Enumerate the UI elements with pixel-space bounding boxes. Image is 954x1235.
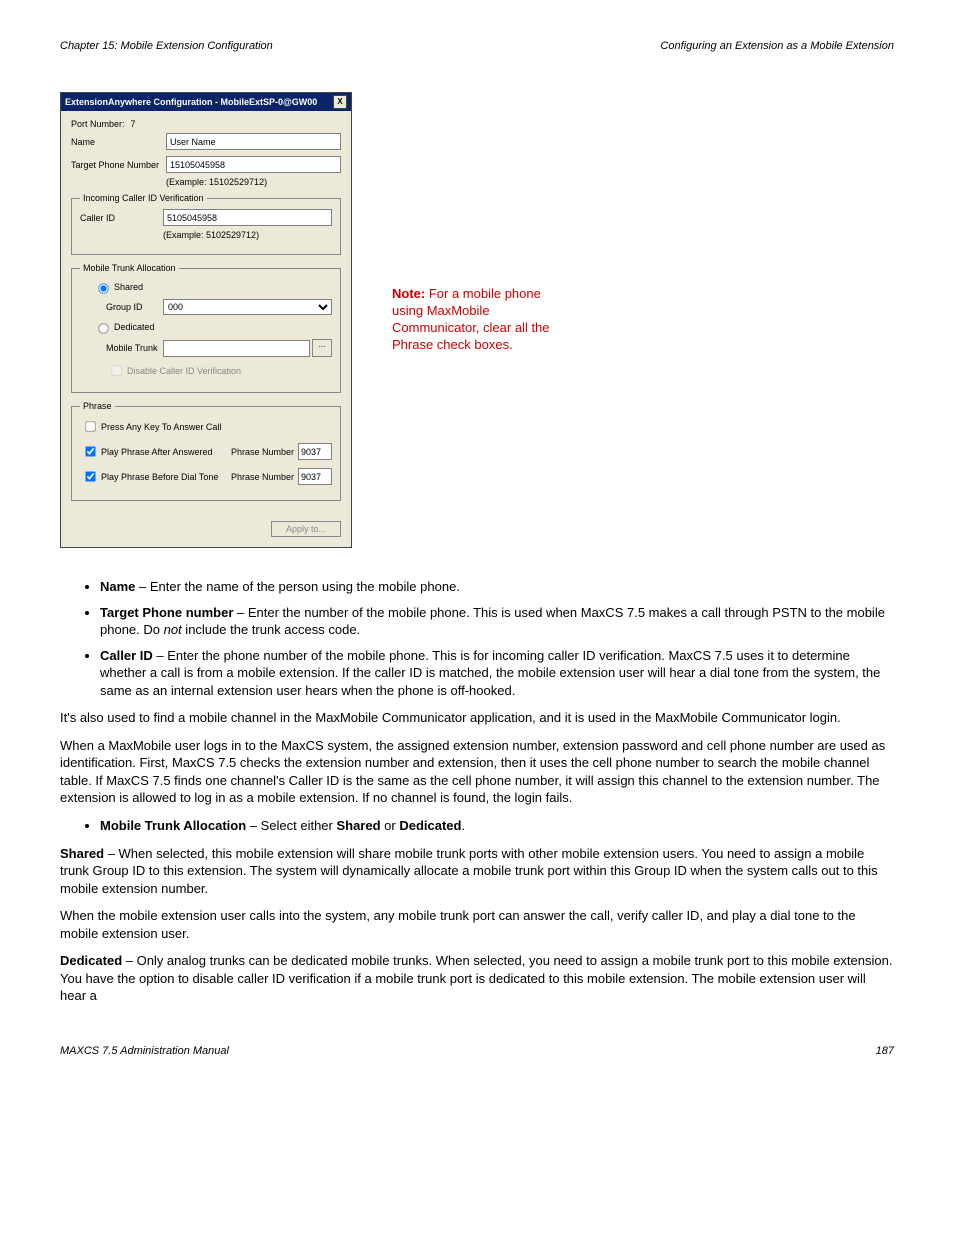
caller-id-verification-legend: Incoming Caller ID Verification bbox=[80, 193, 207, 203]
target-phone-example: (Example: 15102529712) bbox=[166, 177, 341, 187]
paragraph-shared: Shared – When selected, this mobile exte… bbox=[60, 845, 894, 898]
apply-button[interactable]: Apply to... bbox=[271, 521, 341, 537]
shared-label: Shared bbox=[114, 282, 143, 292]
close-icon[interactable]: X bbox=[333, 95, 347, 109]
phrase-group: Phrase Press Any Key To Answer Call Play… bbox=[71, 401, 341, 501]
bullet-caller-id: Caller ID – Enter the phone number of th… bbox=[100, 647, 894, 700]
note-prefix: Note: bbox=[392, 286, 429, 301]
dialog-titlebar: ExtensionAnywhere Configuration - Mobile… bbox=[61, 93, 351, 111]
dedicated-radio[interactable] bbox=[98, 323, 108, 333]
target-phone-input[interactable] bbox=[166, 156, 341, 173]
browse-button[interactable]: ... bbox=[312, 339, 332, 357]
mobile-trunk-allocation-legend: Mobile Trunk Allocation bbox=[80, 263, 179, 273]
section-label: Configuring an Extension as a Mobile Ext… bbox=[660, 40, 894, 52]
phrase-number-before-input[interactable] bbox=[298, 468, 332, 485]
name-label: Name bbox=[71, 137, 166, 147]
caller-id-input[interactable] bbox=[163, 209, 332, 226]
phrase-number-before-label: Phrase Number bbox=[231, 472, 294, 482]
name-input[interactable] bbox=[166, 133, 341, 150]
mobile-trunk-allocation-group: Mobile Trunk Allocation Shared Group ID … bbox=[71, 263, 341, 393]
play-after-label: Play Phrase After Answered bbox=[101, 447, 225, 457]
page-header: Chapter 15: Mobile Extension Configurati… bbox=[60, 40, 894, 52]
paragraph-shared-callin: When the mobile extension user calls int… bbox=[60, 907, 894, 942]
port-number-label: Port Number: bbox=[71, 119, 125, 129]
caller-id-label: Caller ID bbox=[80, 213, 163, 223]
shared-radio[interactable] bbox=[98, 283, 108, 293]
body-text: Name – Enter the name of the person usin… bbox=[60, 578, 894, 1005]
group-id-select[interactable]: 000 bbox=[163, 299, 332, 315]
caller-id-example: (Example: 5102529712) bbox=[163, 230, 332, 240]
paragraph-mobile-channel: It's also used to find a mobile channel … bbox=[60, 709, 894, 727]
footer-manual-title: MAXCS 7.5 Administration Manual bbox=[60, 1045, 229, 1057]
target-phone-label: Target Phone Number bbox=[71, 160, 166, 170]
mobile-trunk-input[interactable] bbox=[163, 340, 310, 357]
paragraph-login-flow: When a MaxMobile user logs in to the Max… bbox=[60, 737, 894, 807]
group-id-label: Group ID bbox=[106, 302, 163, 312]
footer-page-number: 187 bbox=[876, 1045, 894, 1057]
dedicated-label: Dedicated bbox=[114, 322, 155, 332]
phrase-number-after-input[interactable] bbox=[298, 443, 332, 460]
side-note: Note: For a mobile phone using MaxMobile… bbox=[392, 286, 572, 354]
port-number-value: 7 bbox=[131, 119, 136, 129]
paragraph-dedicated: Dedicated – Only analog trunks can be de… bbox=[60, 952, 894, 1005]
bullet-mobile-trunk-allocation: Mobile Trunk Allocation – Select either … bbox=[100, 817, 894, 835]
bullet-name: Name – Enter the name of the person usin… bbox=[100, 578, 894, 596]
play-after-checkbox[interactable] bbox=[85, 446, 95, 456]
config-dialog: ExtensionAnywhere Configuration - Mobile… bbox=[60, 92, 352, 548]
play-before-checkbox[interactable] bbox=[85, 471, 95, 481]
phrase-number-after-label: Phrase Number bbox=[231, 447, 294, 457]
disable-caller-id-checkbox bbox=[111, 365, 121, 375]
dialog-title: ExtensionAnywhere Configuration - Mobile… bbox=[65, 97, 317, 107]
play-before-label: Play Phrase Before Dial Tone bbox=[101, 472, 225, 482]
press-any-key-label: Press Any Key To Answer Call bbox=[101, 422, 332, 432]
disable-caller-id-label: Disable Caller ID Verification bbox=[127, 366, 241, 376]
page-footer: MAXCS 7.5 Administration Manual 187 bbox=[60, 1045, 894, 1057]
press-any-key-checkbox[interactable] bbox=[85, 421, 95, 431]
phrase-legend: Phrase bbox=[80, 401, 115, 411]
mobile-trunk-label: Mobile Trunk bbox=[106, 343, 163, 353]
chapter-label: Chapter 15: Mobile Extension Configurati… bbox=[60, 40, 273, 52]
caller-id-verification-group: Incoming Caller ID Verification Caller I… bbox=[71, 193, 341, 255]
bullet-target-phone: Target Phone number – Enter the number o… bbox=[100, 604, 894, 639]
